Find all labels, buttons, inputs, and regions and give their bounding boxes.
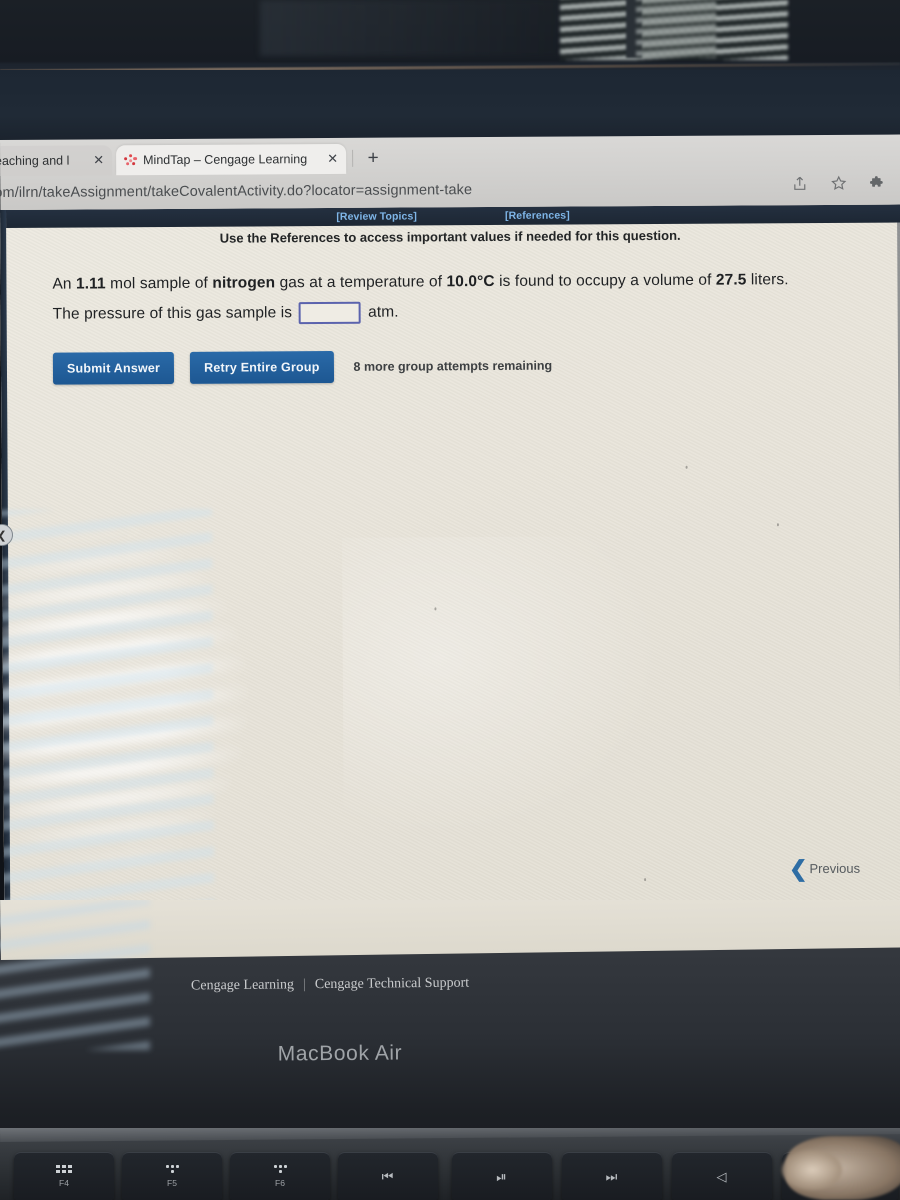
question-line-2-prefix: The pressure of this gas sample is — [52, 304, 293, 323]
browser-tabstrip: ne teaching and l ✕ MindTap – Cengage Le… — [0, 139, 900, 177]
attempts-remaining-text: 8 more group attempts remaining — [353, 358, 553, 374]
key-f5[interactable]: F5 — [122, 1152, 222, 1200]
key-fast-forward[interactable]: ⏭ — [562, 1152, 662, 1200]
question-text: is found to occupy a volume of — [494, 271, 716, 290]
browser-tab-active-mindtap[interactable]: MindTap – Cengage Learning ✕ — [116, 143, 347, 176]
mindtap-favicon-icon — [124, 153, 137, 167]
review-topics-link[interactable]: [Review Topics] — [336, 210, 417, 222]
submit-answer-button[interactable]: Submit Answer — [52, 351, 175, 385]
page-left-edge — [0, 209, 11, 910]
tab-title: ne teaching and l — [0, 153, 70, 169]
chevron-left-icon: ❮ — [0, 529, 7, 542]
dust-speck — [644, 878, 647, 882]
share-icon[interactable] — [791, 175, 808, 192]
footer-brand-link[interactable]: Cengage Learning — [191, 977, 294, 994]
key-label: F6 — [275, 1178, 285, 1188]
keyboard-backlight-up-icon — [273, 1165, 287, 1173]
previous-button[interactable]: ❮ Previous — [788, 856, 861, 882]
browser-chrome: ne teaching and l ✕ MindTap – Cengage Le… — [0, 134, 900, 212]
soft-glare — [342, 535, 664, 838]
keyboard-backlight-down-icon — [165, 1165, 179, 1173]
window-glare-reflection-blue — [0, 508, 215, 910]
question-value: 27.5 — [715, 271, 747, 289]
answer-input-pressure[interactable] — [299, 301, 362, 325]
tab-title: MindTap – Cengage Learning — [143, 152, 308, 168]
key-f4[interactable]: F4 — [14, 1152, 114, 1200]
url-text: om/ilrn/takeAssignment/takeCovalentActiv… — [0, 182, 473, 202]
keyboard-deck-lip — [0, 1128, 900, 1142]
mission-control-grid-icon — [56, 1165, 72, 1173]
fast-forward-icon: ⏭ — [605, 1169, 619, 1184]
key-mute[interactable]: ◁ — [672, 1152, 772, 1200]
key-play-pause[interactable]: ⏯ — [452, 1152, 552, 1200]
key-f6[interactable]: F6 — [230, 1152, 330, 1200]
retry-entire-group-button[interactable]: Retry Entire Group — [189, 350, 334, 384]
new-tab-button[interactable]: + — [360, 146, 386, 172]
browser-address-bar[interactable]: om/ilrn/takeAssignment/takeCovalentActiv… — [0, 173, 900, 208]
dust-speck — [685, 465, 688, 469]
key-label: F4 — [59, 1177, 69, 1188]
browser-tab-inactive[interactable]: ne teaching and l ✕ — [0, 145, 113, 177]
question-line-2: The pressure of this gas sample is atm. — [52, 301, 399, 326]
mute-speaker-icon: ◁ — [716, 1169, 728, 1184]
question-text: mol sample of — [105, 274, 213, 293]
footer-separator: | — [302, 977, 306, 993]
key-label: F5 — [167, 1178, 177, 1188]
chevron-left-icon: ❮ — [788, 856, 808, 882]
question-value: 1.11 — [75, 275, 106, 293]
rewind-icon: ⏮ — [381, 1169, 395, 1184]
webpage-content-area: [Review Topics] [References] Use the Ref… — [0, 204, 900, 910]
close-icon[interactable]: ✕ — [321, 151, 338, 167]
tab-divider — [352, 149, 354, 167]
laptop-keyboard: F4 F5 F6 ⏮ ⏯ ⏭ ◁ — [0, 1128, 900, 1200]
references-link[interactable]: [References] — [505, 210, 570, 222]
question-text: gas at a temperature of — [275, 273, 447, 292]
key-rewind[interactable]: ⏮ — [338, 1152, 438, 1200]
question-text: An — [52, 275, 77, 293]
hand-in-frame-highlight — [782, 1150, 842, 1190]
photo-of-laptop-screen: ne teaching and l ✕ MindTap – Cengage Le… — [0, 0, 900, 1200]
question-line-1: An 1.11 mol sample of nitrogen gas at a … — [52, 271, 788, 293]
extensions-puzzle-icon[interactable] — [869, 175, 886, 192]
references-hint-text: Use the References to access important v… — [219, 227, 681, 246]
window-glare-reflection — [0, 497, 345, 910]
bookmark-star-icon[interactable] — [830, 175, 847, 192]
question-text: liters. — [746, 271, 789, 289]
play-pause-icon: ⏯ — [496, 1169, 508, 1184]
previous-button-label: Previous — [809, 861, 861, 877]
question-value: 10.0°C — [446, 272, 495, 291]
footer-support-link[interactable]: Cengage Technical Support — [315, 976, 469, 994]
close-icon[interactable]: ✕ — [87, 152, 104, 168]
dust-speck — [434, 607, 437, 611]
screen-top-bezel — [0, 0, 900, 146]
action-button-row: Submit Answer Retry Entire Group 8 more … — [52, 350, 553, 385]
answer-unit-label: atm. — [368, 303, 399, 321]
browser-toolbar-icons — [791, 175, 886, 193]
window-blinds-reflection-2 — [636, 0, 716, 58]
question-value: nitrogen — [212, 274, 276, 292]
dust-speck — [776, 523, 779, 527]
reflection-dim — [260, 0, 560, 56]
page-footer: Cengage Learning | Cengage Technical Sup… — [0, 975, 900, 994]
